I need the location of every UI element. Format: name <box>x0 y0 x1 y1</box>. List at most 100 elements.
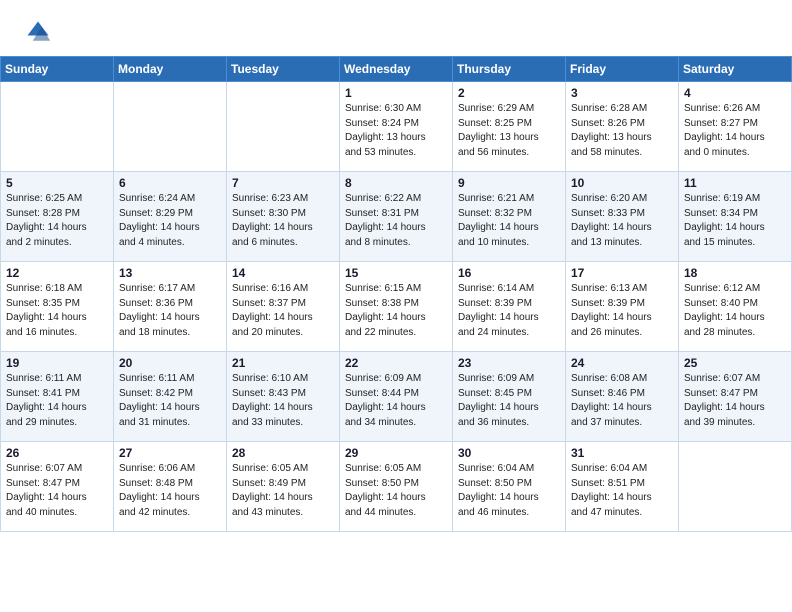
day-info: Sunrise: 6:16 AMSunset: 8:37 PMDaylight:… <box>232 282 334 340</box>
calendar-cell <box>114 82 227 172</box>
day-info: Sunrise: 6:13 AMSunset: 8:39 PMDaylight:… <box>571 282 673 340</box>
calendar-cell: 11 Sunrise: 6:19 AMSunset: 8:34 PMDayligh… <box>679 172 792 262</box>
calendar: SundayMondayTuesdayWednesdayThursdayFrid… <box>0 56 792 532</box>
calendar-cell <box>1 82 114 172</box>
calendar-cell: 10 Sunrise: 6:20 AMSunset: 8:33 PMDayligh… <box>566 172 679 262</box>
day-info: Sunrise: 6:19 AMSunset: 8:34 PMDaylight:… <box>684 192 786 250</box>
day-info: Sunrise: 6:11 AMSunset: 8:41 PMDaylight:… <box>6 372 108 430</box>
day-info: Sunrise: 6:06 AMSunset: 8:48 PMDaylight:… <box>119 462 221 520</box>
day-number: 28 <box>232 446 334 460</box>
day-number: 16 <box>458 266 560 280</box>
page-wrapper: SundayMondayTuesdayWednesdayThursdayFrid… <box>0 0 792 532</box>
calendar-cell: 8 Sunrise: 6:22 AMSunset: 8:31 PMDaylight… <box>340 172 453 262</box>
calendar-cell: 18Sunrise: 6:12 AMSunset: 8:40 PMDayligh… <box>679 262 792 352</box>
day-number: 17 <box>571 266 673 280</box>
calendar-week-row: 5 Sunrise: 6:25 AMSunset: 8:28 PMDaylight… <box>1 172 792 262</box>
day-number: 15 <box>345 266 447 280</box>
calendar-header-tuesday: Tuesday <box>227 57 340 82</box>
day-number: 20 <box>119 356 221 370</box>
day-info: Sunrise: 6:11 AMSunset: 8:42 PMDaylight:… <box>119 372 221 430</box>
day-number: 4 <box>684 86 786 100</box>
calendar-cell: 9Sunrise: 6:21 AMSunset: 8:32 PMDaylight… <box>453 172 566 262</box>
day-number: 7 <box>232 176 334 190</box>
calendar-cell: 2 Sunrise: 6:29 AMSunset: 8:25 PMDaylight… <box>453 82 566 172</box>
day-info: Sunrise: 6:20 AMSunset: 8:33 PMDaylight:… <box>571 192 673 250</box>
calendar-cell: 14Sunrise: 6:16 AMSunset: 8:37 PMDayligh… <box>227 262 340 352</box>
calendar-header-wednesday: Wednesday <box>340 57 453 82</box>
logo <box>24 18 58 46</box>
day-info: Sunrise: 6:09 AMSunset: 8:45 PMDaylight:… <box>458 372 560 430</box>
calendar-week-row: 19 Sunrise: 6:11 AMSunset: 8:41 PMDayligh… <box>1 352 792 442</box>
day-info: Sunrise: 6:14 AMSunset: 8:39 PMDaylight:… <box>458 282 560 340</box>
calendar-cell: 16 Sunrise: 6:14 AMSunset: 8:39 PMDayligh… <box>453 262 566 352</box>
calendar-cell: 6 Sunrise: 6:24 AMSunset: 8:29 PMDaylight… <box>114 172 227 262</box>
day-info: Sunrise: 6:18 AMSunset: 8:35 PMDaylight:… <box>6 282 108 340</box>
day-number: 25 <box>684 356 786 370</box>
calendar-cell: 13Sunrise: 6:17 AMSunset: 8:36 PMDayligh… <box>114 262 227 352</box>
day-number: 12 <box>6 266 108 280</box>
calendar-header-monday: Monday <box>114 57 227 82</box>
day-number: 5 <box>6 176 108 190</box>
day-info: Sunrise: 6:07 AMSunset: 8:47 PMDaylight:… <box>684 372 786 430</box>
day-number: 6 <box>119 176 221 190</box>
calendar-cell: 7 Sunrise: 6:23 AMSunset: 8:30 PMDaylight… <box>227 172 340 262</box>
day-number: 24 <box>571 356 673 370</box>
calendar-week-row: 26Sunrise: 6:07 AMSunset: 8:47 PMDayligh… <box>1 442 792 532</box>
calendar-cell: 19 Sunrise: 6:11 AMSunset: 8:41 PMDayligh… <box>1 352 114 442</box>
day-number: 31 <box>571 446 673 460</box>
calendar-cell: 22 Sunrise: 6:09 AMSunset: 8:44 PMDayligh… <box>340 352 453 442</box>
day-info: Sunrise: 6:25 AMSunset: 8:28 PMDaylight:… <box>6 192 108 250</box>
day-info: Sunrise: 6:29 AMSunset: 8:25 PMDaylight:… <box>458 102 560 160</box>
calendar-cell: 30 Sunrise: 6:04 AMSunset: 8:50 PMDayligh… <box>453 442 566 532</box>
calendar-cell: 4 Sunrise: 6:26 AMSunset: 8:27 PMDaylight… <box>679 82 792 172</box>
day-info: Sunrise: 6:21 AMSunset: 8:32 PMDaylight:… <box>458 192 560 250</box>
calendar-cell: 24Sunrise: 6:08 AMSunset: 8:46 PMDayligh… <box>566 352 679 442</box>
day-info: Sunrise: 6:10 AMSunset: 8:43 PMDaylight:… <box>232 372 334 430</box>
calendar-cell: 21Sunrise: 6:10 AMSunset: 8:43 PMDayligh… <box>227 352 340 442</box>
calendar-header-friday: Friday <box>566 57 679 82</box>
day-number: 2 <box>458 86 560 100</box>
day-info: Sunrise: 6:28 AMSunset: 8:26 PMDaylight:… <box>571 102 673 160</box>
day-info: Sunrise: 6:04 AMSunset: 8:50 PMDaylight:… <box>458 462 560 520</box>
day-number: 23 <box>458 356 560 370</box>
calendar-cell: 25 Sunrise: 6:07 AMSunset: 8:47 PMDayligh… <box>679 352 792 442</box>
day-number: 18 <box>684 266 786 280</box>
day-number: 27 <box>119 446 221 460</box>
day-info: Sunrise: 6:24 AMSunset: 8:29 PMDaylight:… <box>119 192 221 250</box>
day-info: Sunrise: 6:26 AMSunset: 8:27 PMDaylight:… <box>684 102 786 160</box>
calendar-header-sunday: Sunday <box>1 57 114 82</box>
calendar-cell: 29 Sunrise: 6:05 AMSunset: 8:50 PMDayligh… <box>340 442 453 532</box>
calendar-cell: 31 Sunrise: 6:04 AMSunset: 8:51 PMDayligh… <box>566 442 679 532</box>
day-number: 29 <box>345 446 447 460</box>
day-info: Sunrise: 6:09 AMSunset: 8:44 PMDaylight:… <box>345 372 447 430</box>
day-info: Sunrise: 6:30 AMSunset: 8:24 PMDaylight:… <box>345 102 447 160</box>
header <box>0 0 792 56</box>
day-number: 30 <box>458 446 560 460</box>
day-number: 11 <box>684 176 786 190</box>
calendar-cell: 26Sunrise: 6:07 AMSunset: 8:47 PMDayligh… <box>1 442 114 532</box>
calendar-cell: 12 Sunrise: 6:18 AMSunset: 8:35 PMDayligh… <box>1 262 114 352</box>
day-number: 19 <box>6 356 108 370</box>
day-number: 22 <box>345 356 447 370</box>
calendar-cell: 1 Sunrise: 6:30 AMSunset: 8:24 PMDaylight… <box>340 82 453 172</box>
calendar-cell: 28Sunrise: 6:05 AMSunset: 8:49 PMDayligh… <box>227 442 340 532</box>
calendar-cell: 17 Sunrise: 6:13 AMSunset: 8:39 PMDayligh… <box>566 262 679 352</box>
calendar-cell: 3 Sunrise: 6:28 AMSunset: 8:26 PMDaylight… <box>566 82 679 172</box>
day-info: Sunrise: 6:05 AMSunset: 8:50 PMDaylight:… <box>345 462 447 520</box>
day-number: 8 <box>345 176 447 190</box>
day-info: Sunrise: 6:07 AMSunset: 8:47 PMDaylight:… <box>6 462 108 520</box>
calendar-week-row: 1 Sunrise: 6:30 AMSunset: 8:24 PMDaylight… <box>1 82 792 172</box>
day-number: 10 <box>571 176 673 190</box>
calendar-cell <box>679 442 792 532</box>
calendar-cell: 5 Sunrise: 6:25 AMSunset: 8:28 PMDaylight… <box>1 172 114 262</box>
calendar-header-saturday: Saturday <box>679 57 792 82</box>
calendar-week-row: 12 Sunrise: 6:18 AMSunset: 8:35 PMDayligh… <box>1 262 792 352</box>
day-info: Sunrise: 6:15 AMSunset: 8:38 PMDaylight:… <box>345 282 447 340</box>
calendar-header-thursday: Thursday <box>453 57 566 82</box>
day-number: 3 <box>571 86 673 100</box>
day-info: Sunrise: 6:04 AMSunset: 8:51 PMDaylight:… <box>571 462 673 520</box>
day-info: Sunrise: 6:22 AMSunset: 8:31 PMDaylight:… <box>345 192 447 250</box>
logo-icon <box>24 18 52 46</box>
day-number: 1 <box>345 86 447 100</box>
day-info: Sunrise: 6:23 AMSunset: 8:30 PMDaylight:… <box>232 192 334 250</box>
